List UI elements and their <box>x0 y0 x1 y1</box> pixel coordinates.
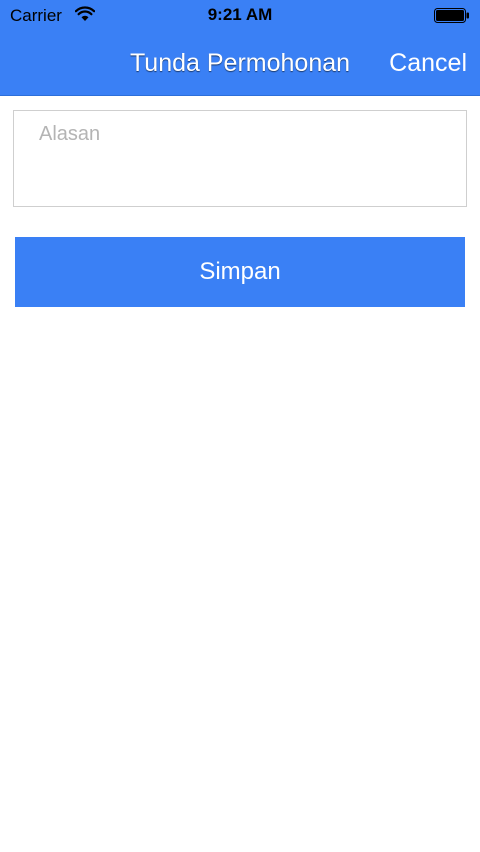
battery-full-icon <box>434 8 469 23</box>
reason-field-container <box>13 110 467 207</box>
navigation-header: Carrier 9:21 AM Tunda Permohonan Cancel <box>0 0 480 96</box>
reason-input[interactable] <box>14 111 466 206</box>
save-button[interactable]: Simpan <box>15 237 465 307</box>
status-time: 9:21 AM <box>207 5 273 24</box>
status-bar: Carrier 9:21 AM <box>0 0 480 32</box>
cancel-button[interactable]: Cancel <box>389 47 467 79</box>
